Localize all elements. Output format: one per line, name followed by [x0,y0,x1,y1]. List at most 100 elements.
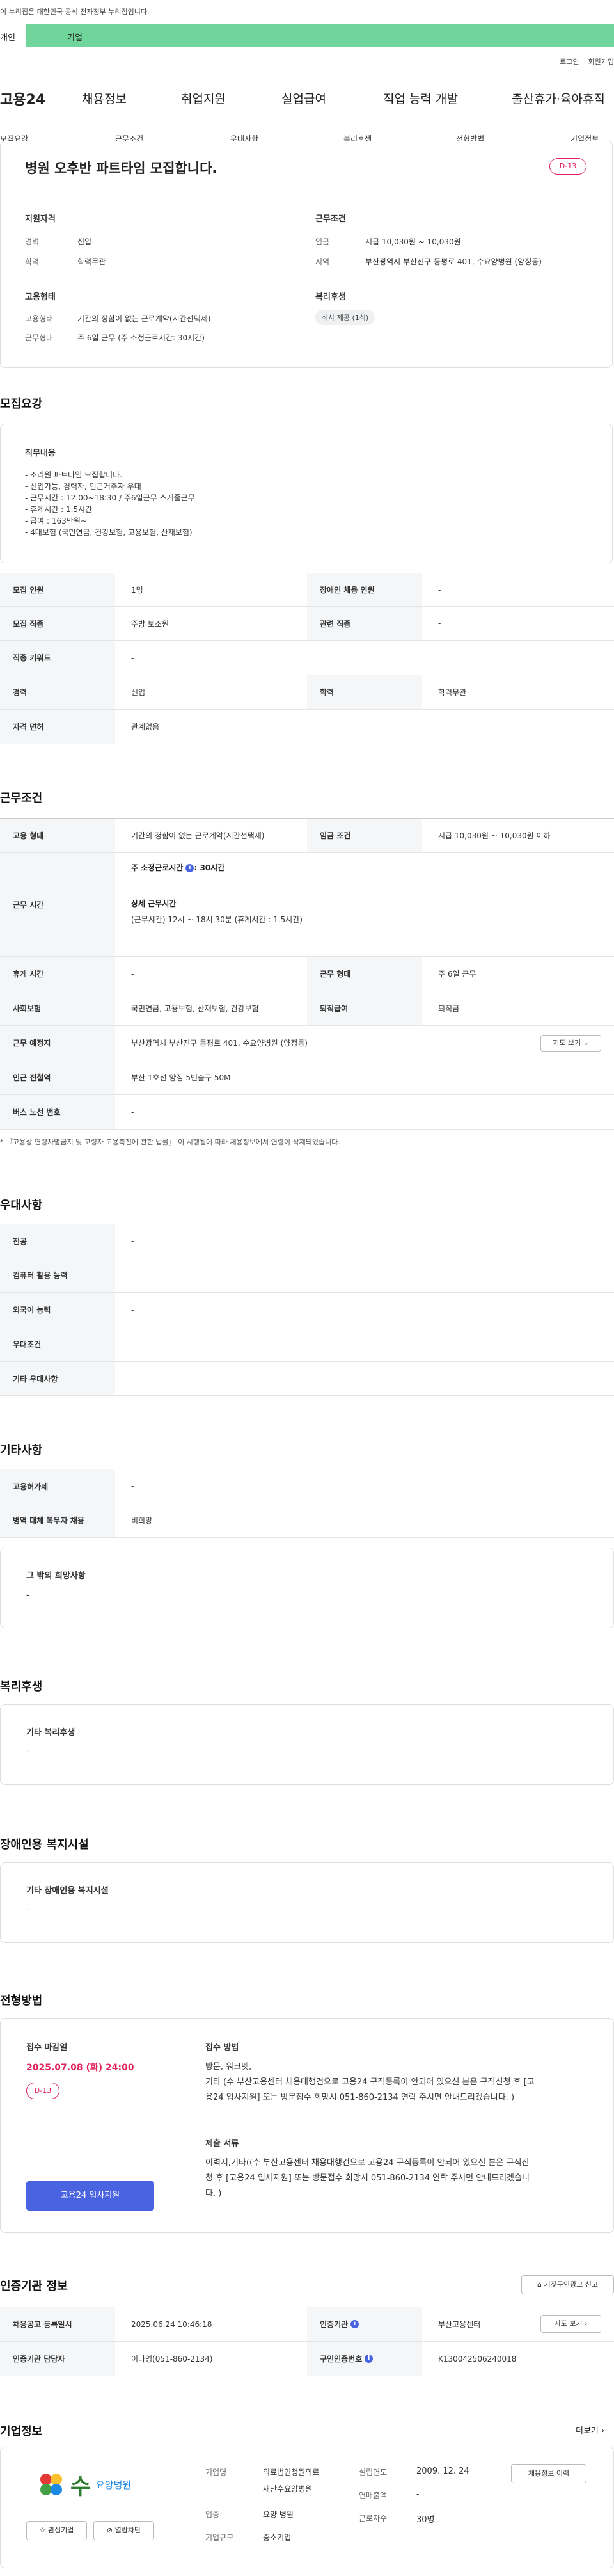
chevron-right-icon: › [601,2426,605,2436]
cell-label: 휴게 시간 [0,957,115,991]
tab-business[interactable]: 기업 [26,24,614,47]
dday-badge: D-13 [26,2083,59,2099]
cell-value: - [131,653,134,662]
welfare-section-title: 복리후생 [0,1680,43,1693]
disability-box: 기타 장애인용 복지시설 - [0,1862,614,1943]
favorite-company-button[interactable]: ☆ 관심기업 [26,2521,87,2540]
duty-line: - 급여 : 163만원~ [25,516,87,525]
cell-label: 직종 키워드 [0,641,115,675]
company-name-value-2: 재단수요양병원 [263,2484,313,2493]
cell-value: - [438,619,441,628]
site-logo[interactable]: 고용24 [0,88,45,109]
employment-title: 고용형태 [25,292,56,302]
cell-value: 2025.06.24 10:46:18 [131,2319,212,2329]
cell-label: 외국어 능력 [0,1293,115,1327]
cell-value: - [131,1340,134,1349]
chevron-right-icon: › [585,2319,588,2328]
cell-label: 고용허가제 [0,1469,115,1503]
dday-badge: D-13 [549,158,586,175]
age-notice: * 『고용상 연령차별금지 및 고령자 고용촉진에 관한 법률』 이 시행됨에 … [0,1138,340,1146]
main-nav: 고용24 채용정보 취업지원 실업급여 직업 능력 개발 출산휴가·육아휴직 [0,88,614,110]
cell-label: 기타 우대사항 [0,1362,115,1395]
cell-value: - [131,1305,134,1315]
nav-item-employment-support[interactable]: 취업지원 [181,90,226,107]
cell-label: 인증기관 담당자 [0,2342,115,2376]
table-row: 사회보험 국민연금, 고용보험, 산재보험, 건강보험 퇴직급여 퇴직금 [0,991,614,1026]
summary-card: 병원 오후반 파트타임 모집합니다. D-13 지원자격 경력 신입 학력 학력… [0,141,613,368]
region-label: 지역 [315,257,330,266]
user-type-tabs: 개인 기업 [0,24,614,47]
tab-personal[interactable]: 개인 [0,24,26,47]
region-value: 부산광역시 부산진구 동평로 401, 수요양병원 (양정동) [365,257,542,266]
weekly-hours-label: 주 소정근로시간 [131,863,184,872]
disability-section-title: 장애인용 복지시설 [0,1838,89,1852]
hiring-history-button[interactable]: 채용정보 이력 [511,2464,586,2483]
cell-label: 근무 예정지 [0,1026,115,1060]
method-lines: 방문, 워크넷, 기타 (수 부산고용센터 채용대행건으로 고용24 구직등록이… [205,2060,535,2106]
cell-value: 신입 [131,688,146,697]
table-row: 근무 예정지 부산광역시 부산진구 동평로 401, 수요양병원 (양정동) 지… [0,1026,614,1060]
docs-lines: 이력서,기타((수 부산고용센터 채용대행건으로 고용24 구직등록이 안되어 … [205,2156,530,2202]
cell-label: 장애인 채용 인원 [307,573,422,606]
box-title: 기타 복리후생 [26,1728,75,1738]
map-view-label: 지도 보기 [553,1039,581,1047]
table-row: 인근 전철역 부산 1호선 양정 5번출구 50M [0,1060,614,1095]
cell-label: 병역 대체 복무자 채용 [0,1503,115,1537]
nav-item-training[interactable]: 직업 능력 개발 [383,90,458,107]
cell-label: 학력 [307,675,422,709]
box-value: - [26,1747,29,1757]
etc-section-title: 기타사항 [0,1444,43,1457]
cell-label: 고용 형태 [0,819,115,852]
scale-label: 기업규모 [205,2533,234,2542]
career-label: 경력 [25,237,40,246]
cell-value: 퇴직금 [438,1004,460,1013]
agency-label: 인증기관 [320,2320,349,2329]
cell-value: 관계없음 [131,723,160,732]
info-icon[interactable]: i [350,2320,359,2328]
table-row: 외국어 능력 - [0,1293,614,1327]
table-row: 모집 인원 1명 장애인 채용 인원 - [0,573,614,607]
duty-line: - 근무시간 : 12:00~18:30 / 주6일근무 스케줄근무 [25,493,195,502]
box-value: - [26,1905,29,1915]
table-row: 기타 우대사항 - [0,1362,614,1396]
signup-link[interactable]: 회원가입 [588,58,614,66]
block-view-button[interactable]: ⊘ 열람차단 [93,2521,154,2540]
company-more-link[interactable]: 더보기 › [576,2424,604,2436]
nav-item-unemployment-benefit[interactable]: 실업급여 [281,90,326,107]
info-icon[interactable]: i [365,2355,374,2363]
table-row: 인증기관 담당자 이나영(051-860-2134) 구인인증번호 i K1300… [0,2342,614,2376]
wage-label: 임금 [315,237,330,246]
info-icon[interactable]: i [185,864,194,872]
nav-item-jobs[interactable]: 채용정보 [82,90,127,107]
welfare-box: 기타 복리후생 - [0,1704,614,1785]
login-link[interactable]: 로그인 [560,58,579,66]
company-card: 수 요양병원 ☆ 관심기업 ⊘ 열람차단 기업명 의료법인청원의료 재단수요양병… [0,2447,614,2568]
logo-name: 요양병원 [96,2479,132,2491]
docs-line: 이력서,기타((수 부산고용센터 채용대행건으로 고용24 구직등록이 안되어 … [205,2158,530,2168]
cell-label: 컴퓨터 활용 능력 [0,1258,115,1292]
cell-value: 기간의 정함이 없는 근로계약(시간선택제) [131,831,265,840]
emptype-label: 고용형태 [25,314,54,323]
false-ad-report-button[interactable]: ⌂ 거짓구인광고 신고 [521,2275,614,2294]
box-value: - [26,1590,29,1600]
education-label: 학력 [25,257,40,266]
other-wishes-box: 그 밖의 희망사항 - [0,1548,614,1628]
agency-map-button[interactable]: 지도 보기 › [540,2315,601,2333]
report-label: 거짓구인광고 신고 [544,2280,598,2289]
cell-value: - [131,969,134,979]
duty-line: - 신입가능, 경력자, 인근거주자 우대 [25,482,141,491]
block-icon: ⊘ [106,2526,113,2534]
cell-label: 관련 직종 [307,607,422,640]
nav-item-parental-leave[interactable]: 출산휴가·육아휴직 [512,90,605,107]
map-view-button[interactable]: 지도 보기 ⌄ [540,1035,601,1052]
company-logo: 수 요양병원 [36,2467,131,2505]
agency-section-title: 인증기관 정보 [0,2280,68,2293]
duty-line: - 4대보험 (국민연금, 건강보험, 고용보험, 산재보험) [25,528,193,537]
apply-button[interactable]: 고용24 입사지원 [26,2181,154,2211]
duty-title: 직무내용 [25,449,56,458]
chevron-down-icon: ⌄ [583,1039,589,1047]
cell-value: 시급 10,030원 ~ 10,030원 이하 [438,831,551,840]
posting-title: 병원 오후반 파트타임 모집합니다. [25,161,217,176]
table-row: 우대조건 - [0,1327,614,1362]
cell-value: - [131,1374,134,1383]
